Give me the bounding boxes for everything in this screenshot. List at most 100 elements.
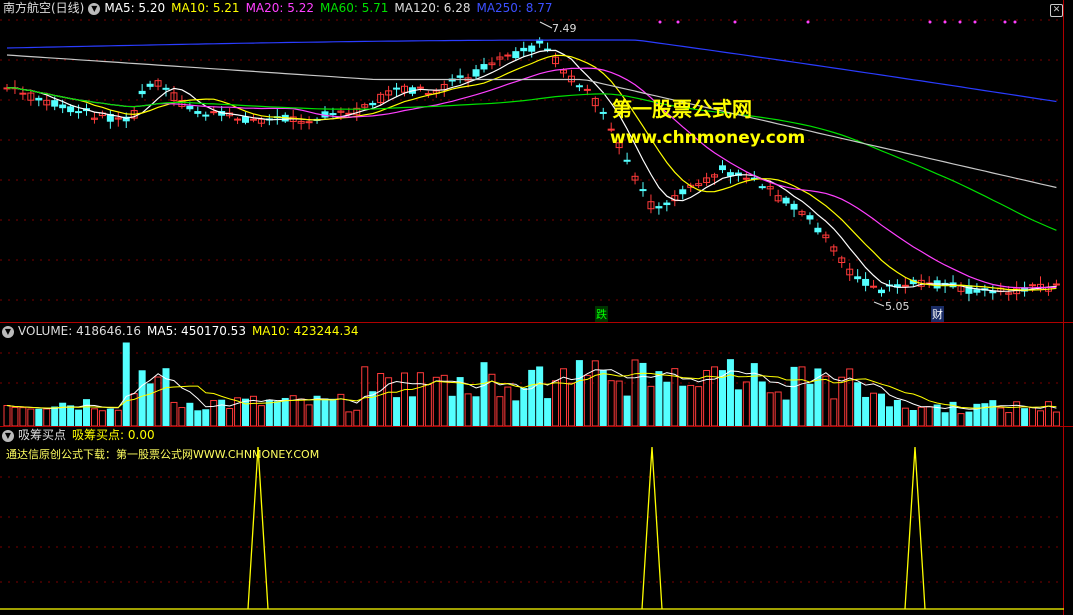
candle-body [19,92,27,95]
volume-bar [655,371,663,426]
indicator-dropdown-icon[interactable]: ▼ [2,429,14,442]
volume-bar [273,401,281,426]
stock-name[interactable]: 南方航空(日线) [3,1,84,15]
volume-bar [774,391,782,426]
event-marker-cai[interactable]: 财 [931,306,944,322]
volume-bar [862,396,870,426]
volume-bar [679,385,687,426]
indicator-panel[interactable]: ▼ 吸筹买点 吸筹买点: 0.00 通达信原创公式下载：第一股票公式网WWW.CHN… [0,427,1073,615]
volume-bar [75,409,83,426]
candlestick-chart[interactable] [0,0,1064,322]
volume-bar [67,405,75,426]
signal-dot [1003,20,1007,24]
ma60-label: MA60: 5.71 [320,1,389,15]
candle-body [663,202,671,206]
volume-bar [353,409,361,426]
volume-bar [870,392,878,426]
volume-panel[interactable]: ▼ VOLUME: 418646.16 MA5: 450170.53 MA10: 42… [0,323,1073,426]
volume-bar [313,395,321,426]
volume-bar [726,359,734,426]
low-price-label: 5.05 [885,300,910,313]
volume-header: ▼ VOLUME: 418646.16 MA5: 450170.53 MA10: 42… [0,323,365,339]
volume-bar [218,399,226,426]
volume-bar [472,396,480,426]
ma5-label: MA5: 5.20 [104,1,166,15]
candle-body [35,97,43,101]
indicator-header: ▼ 吸筹买点 吸筹买点: 0.00 [0,427,161,443]
candle-body [146,83,154,87]
volume-bar [536,366,544,426]
volume-bar [901,407,909,426]
volume-bar [114,409,122,426]
volume-bar [647,385,655,426]
volume-bar [3,405,11,426]
volume-bar [194,410,202,426]
ma120-line [6,54,1057,189]
volume-bar [59,402,67,426]
candle-body [194,111,202,114]
volume-bar [393,397,401,426]
ma120-label: MA120: 6.28 [394,1,471,15]
candle-body [305,121,313,124]
signal-spike [247,446,269,610]
volume-bar [766,392,774,426]
volume-bar [321,398,329,426]
volume-bar [703,369,711,426]
volume-bar [138,370,146,426]
volume-bar [401,372,408,426]
volume-bar [893,399,901,426]
candle-body [75,111,83,114]
candle-body [186,105,194,110]
volume-bar [297,398,305,426]
candle-body [234,118,242,121]
volume-bar [878,393,885,426]
candle-body [679,189,687,195]
volume-bar [448,395,456,426]
volume-bar [822,375,830,426]
volume-bar [742,381,750,426]
volume-bar [504,386,512,426]
price-panel[interactable]: 南方航空(日线) ▼ MA5: 5.20 MA10: 5.21 MA20: 5.22 MA… [0,0,1073,322]
volume-bar [567,382,575,426]
event-marker-die[interactable]: 跌 [595,306,608,322]
volume-bar [43,408,51,426]
volume-bar [854,382,862,426]
volume-bar [575,360,583,426]
volume-bar [957,413,965,426]
signal-dot [1013,20,1017,24]
candle-body [862,278,870,286]
volume-bar [226,408,234,426]
price-header: 南方航空(日线) ▼ MA5: 5.20 MA10: 5.21 MA20: 5.22 MA… [0,0,559,16]
volume-bar [257,405,265,426]
candle-body [575,85,583,88]
volume-ma5-label: MA5: 450170.53 [147,324,246,338]
ma5-line [6,49,1057,292]
volume-bar [35,408,43,426]
ma10-line [6,54,1057,291]
high-price-label: 7.49 [552,22,577,35]
volume-bar [210,400,218,426]
indicator-value: 吸筹买点: 0.00 [72,428,155,442]
volume-bar [281,397,289,426]
volume-bar [305,404,313,426]
candle-body [162,87,170,90]
candle-body [329,113,337,116]
volume-bar [997,407,1005,426]
candle-body [599,111,607,114]
candle-body [249,118,257,121]
indicator-name[interactable]: 吸筹买点 [18,428,66,442]
candle-body [583,88,591,91]
settings-dropdown-icon[interactable]: ▼ [88,2,101,15]
candle-body [790,203,798,210]
volume-bar [496,396,504,426]
volume-bar [520,388,528,426]
volume-bar [631,359,639,426]
candle-body [973,289,981,293]
candle-body [210,111,218,114]
indicator-chart[interactable] [0,427,1064,615]
volume-bar [925,406,933,426]
signal-dot [973,20,977,24]
volume-bar [178,407,186,426]
volume-dropdown-icon[interactable]: ▼ [2,325,14,338]
volume-bar [790,366,798,426]
